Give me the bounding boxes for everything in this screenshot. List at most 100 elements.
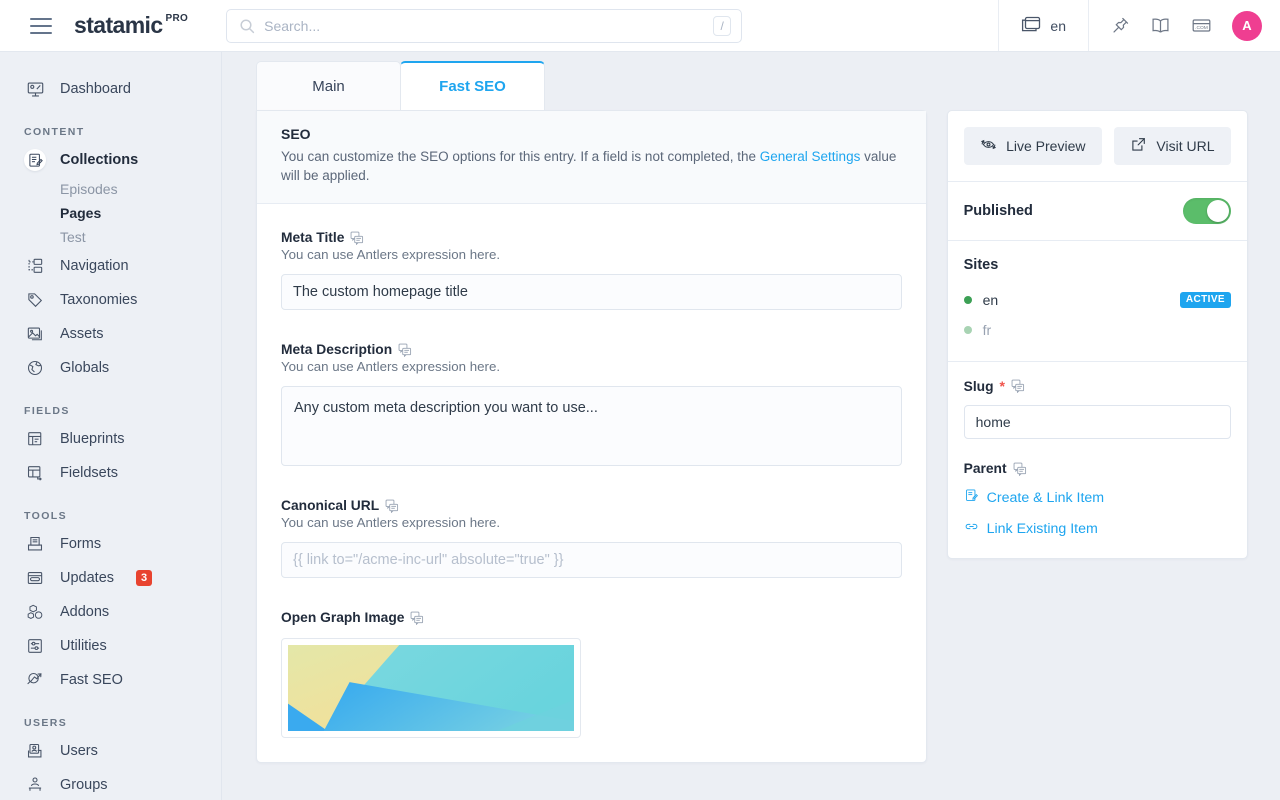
field-open-graph-image: Open Graph Image — [257, 584, 926, 762]
utilities-icon — [24, 635, 46, 657]
book-icon[interactable] — [1150, 16, 1171, 35]
sidebar-nav: Dashboard CONTENT Collections Episodes P… — [0, 52, 222, 800]
localization-icon[interactable] — [1011, 379, 1025, 393]
localization-icon[interactable] — [398, 343, 412, 357]
sidebar-subitem-test[interactable]: Test — [0, 225, 221, 249]
site-label: fr — [982, 322, 992, 338]
sidebar-item-blueprints[interactable]: Blueprints — [0, 422, 221, 456]
user-avatar[interactable]: A — [1232, 10, 1262, 41]
localization-icon[interactable] — [385, 499, 399, 513]
pin-icon[interactable] — [1111, 16, 1130, 35]
brand-logo[interactable]: statamic PRO — [74, 12, 188, 39]
dotcom-icon[interactable]: .COM — [1191, 17, 1212, 34]
sidebar-item-label: Updates — [60, 570, 115, 586]
sidebar-item-assets[interactable]: Assets — [0, 317, 221, 351]
localization-icon[interactable] — [1013, 462, 1027, 476]
create-entry-icon — [964, 488, 979, 507]
sidebar-item-globals[interactable]: Globals — [0, 351, 221, 385]
localization-icon[interactable] — [350, 231, 364, 245]
addons-icon — [24, 601, 46, 623]
seo-heading: SEO — [281, 126, 311, 142]
create-and-link-item-link[interactable]: Create & Link Item — [964, 488, 1231, 507]
meta-title-instructions: You can use Antlers expression here. — [281, 247, 501, 263]
tab-main[interactable]: Main — [256, 61, 401, 110]
top-bar-icon-group: .COM — [1089, 16, 1230, 35]
link-existing-item-link[interactable]: Link Existing Item — [964, 519, 1231, 538]
sidebar-item-fast-seo[interactable]: Fast SEO — [0, 663, 221, 697]
sidebar-item-navigation[interactable]: Navigation — [0, 249, 221, 283]
avatar-initial: A — [1242, 18, 1252, 33]
users-icon — [24, 740, 46, 762]
published-label: Published — [963, 203, 1033, 219]
updates-badge: 3 — [136, 569, 153, 587]
open-graph-image-thumbnail[interactable] — [281, 638, 581, 739]
sidebar-item-label: Fast SEO — [60, 672, 123, 688]
sidebar-section-fields: FIELDS — [24, 405, 70, 417]
groups-icon — [24, 774, 46, 796]
sidebar-item-label: Fieldsets — [60, 465, 119, 481]
sidebar-item-forms[interactable]: Forms — [0, 527, 221, 561]
required-indicator: * — [999, 378, 1005, 394]
sites-label: Sites — [963, 257, 999, 273]
sidebar-item-dashboard[interactable]: Dashboard — [0, 72, 221, 106]
navigation-icon — [24, 255, 46, 277]
sidebar-subitem-episodes[interactable]: Episodes — [0, 177, 221, 201]
brand-pro-badge: PRO — [165, 13, 189, 24]
sidebar-item-fieldsets[interactable]: Fieldsets — [0, 456, 221, 490]
sidebar-section-tools: TOOLS — [24, 510, 67, 522]
panel-action-buttons: Live Preview Visit URL — [963, 127, 1231, 165]
sidebar-subitem-pages[interactable]: Pages — [0, 201, 221, 225]
slug-input[interactable] — [963, 405, 1231, 439]
sidebar-item-label: Users — [60, 743, 98, 759]
general-settings-link[interactable]: General Settings — [760, 149, 861, 164]
sidebar-item-updates[interactable]: Updates 3 — [0, 561, 221, 595]
seo-form-card: SEO You can customize the SEO options fo… — [256, 110, 927, 764]
visit-url-button[interactable]: Visit URL — [1113, 127, 1231, 165]
sidebar-section-users: USERS — [24, 717, 68, 729]
published-toggle[interactable] — [1183, 198, 1231, 224]
svg-text:.COM: .COM — [1195, 25, 1208, 31]
sidebar-section-content: CONTENT — [24, 126, 85, 138]
collections-icon — [24, 149, 46, 171]
sidebar-item-utilities[interactable]: Utilities — [0, 629, 221, 663]
sidebar-item-taxonomies[interactable]: Taxonomies — [0, 283, 221, 317]
seo-magnifier-icon — [24, 669, 46, 691]
parent-label: Parent — [964, 461, 1231, 476]
site-row-en[interactable]: en ACTIVE — [963, 285, 1231, 315]
site-active-badge: ACTIVE — [1179, 292, 1231, 308]
menu-toggle-icon[interactable] — [30, 17, 52, 34]
field-label-text: Slug — [963, 378, 994, 394]
updates-icon — [24, 567, 46, 589]
sidebar-item-addons[interactable]: Addons — [0, 595, 221, 629]
sidebar-item-label: Addons — [60, 604, 110, 620]
live-preview-icon — [980, 136, 997, 156]
link-chain-icon — [964, 519, 979, 538]
search-icon — [239, 18, 255, 34]
external-link-icon — [1130, 136, 1147, 156]
sidebar-item-label: Navigation — [60, 258, 129, 274]
create-and-link-item-label: Create & Link Item — [986, 489, 1105, 506]
field-label-text: Meta Title — [281, 230, 345, 246]
canonical-url-input[interactable] — [281, 542, 902, 579]
meta-title-input[interactable] — [281, 274, 902, 311]
toggle-knob — [1207, 200, 1229, 222]
site-selector[interactable]: en — [998, 0, 1089, 51]
field-label-text: Meta Description — [281, 342, 393, 358]
meta-description-textarea[interactable] — [281, 386, 902, 467]
sidebar-item-groups[interactable]: Groups — [0, 768, 221, 800]
top-bar: statamic PRO / en — [0, 0, 1280, 52]
field-label-text: Parent — [963, 461, 1007, 476]
global-search[interactable]: / — [226, 8, 743, 43]
sidebar-item-collections[interactable]: Collections — [0, 143, 221, 177]
site-row-fr[interactable]: fr — [963, 315, 1231, 345]
sidebar-item-users[interactable]: Users — [0, 734, 221, 768]
search-input[interactable] — [264, 17, 714, 34]
panel-sites: Sites en ACTIVE fr — [947, 241, 1247, 362]
localization-icon[interactable] — [410, 611, 424, 625]
seo-description: You can customize the SEO options for th… — [281, 147, 902, 185]
live-preview-button[interactable]: Live Preview — [963, 127, 1102, 165]
field-canonical-url: Canonical URL You can use Antlers expres… — [257, 472, 926, 579]
seo-section-header: SEO You can customize the SEO options fo… — [257, 111, 926, 205]
search-shortcut-hint: / — [713, 15, 732, 36]
tab-fast-seo[interactable]: Fast SEO — [400, 61, 545, 110]
